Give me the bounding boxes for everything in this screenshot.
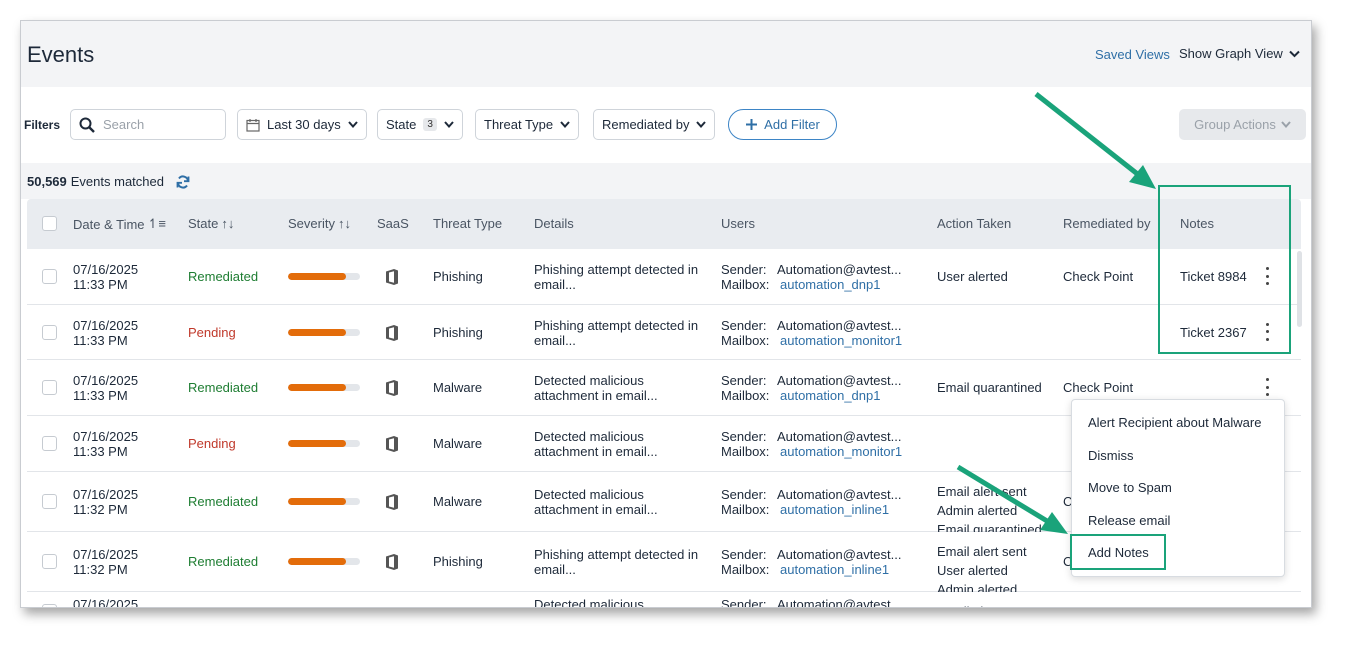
arrow-to-add-notes-icon [956, 464, 1068, 534]
annotation-arrows [956, 92, 1156, 534]
arrow-to-notes-icon [1034, 92, 1156, 189]
